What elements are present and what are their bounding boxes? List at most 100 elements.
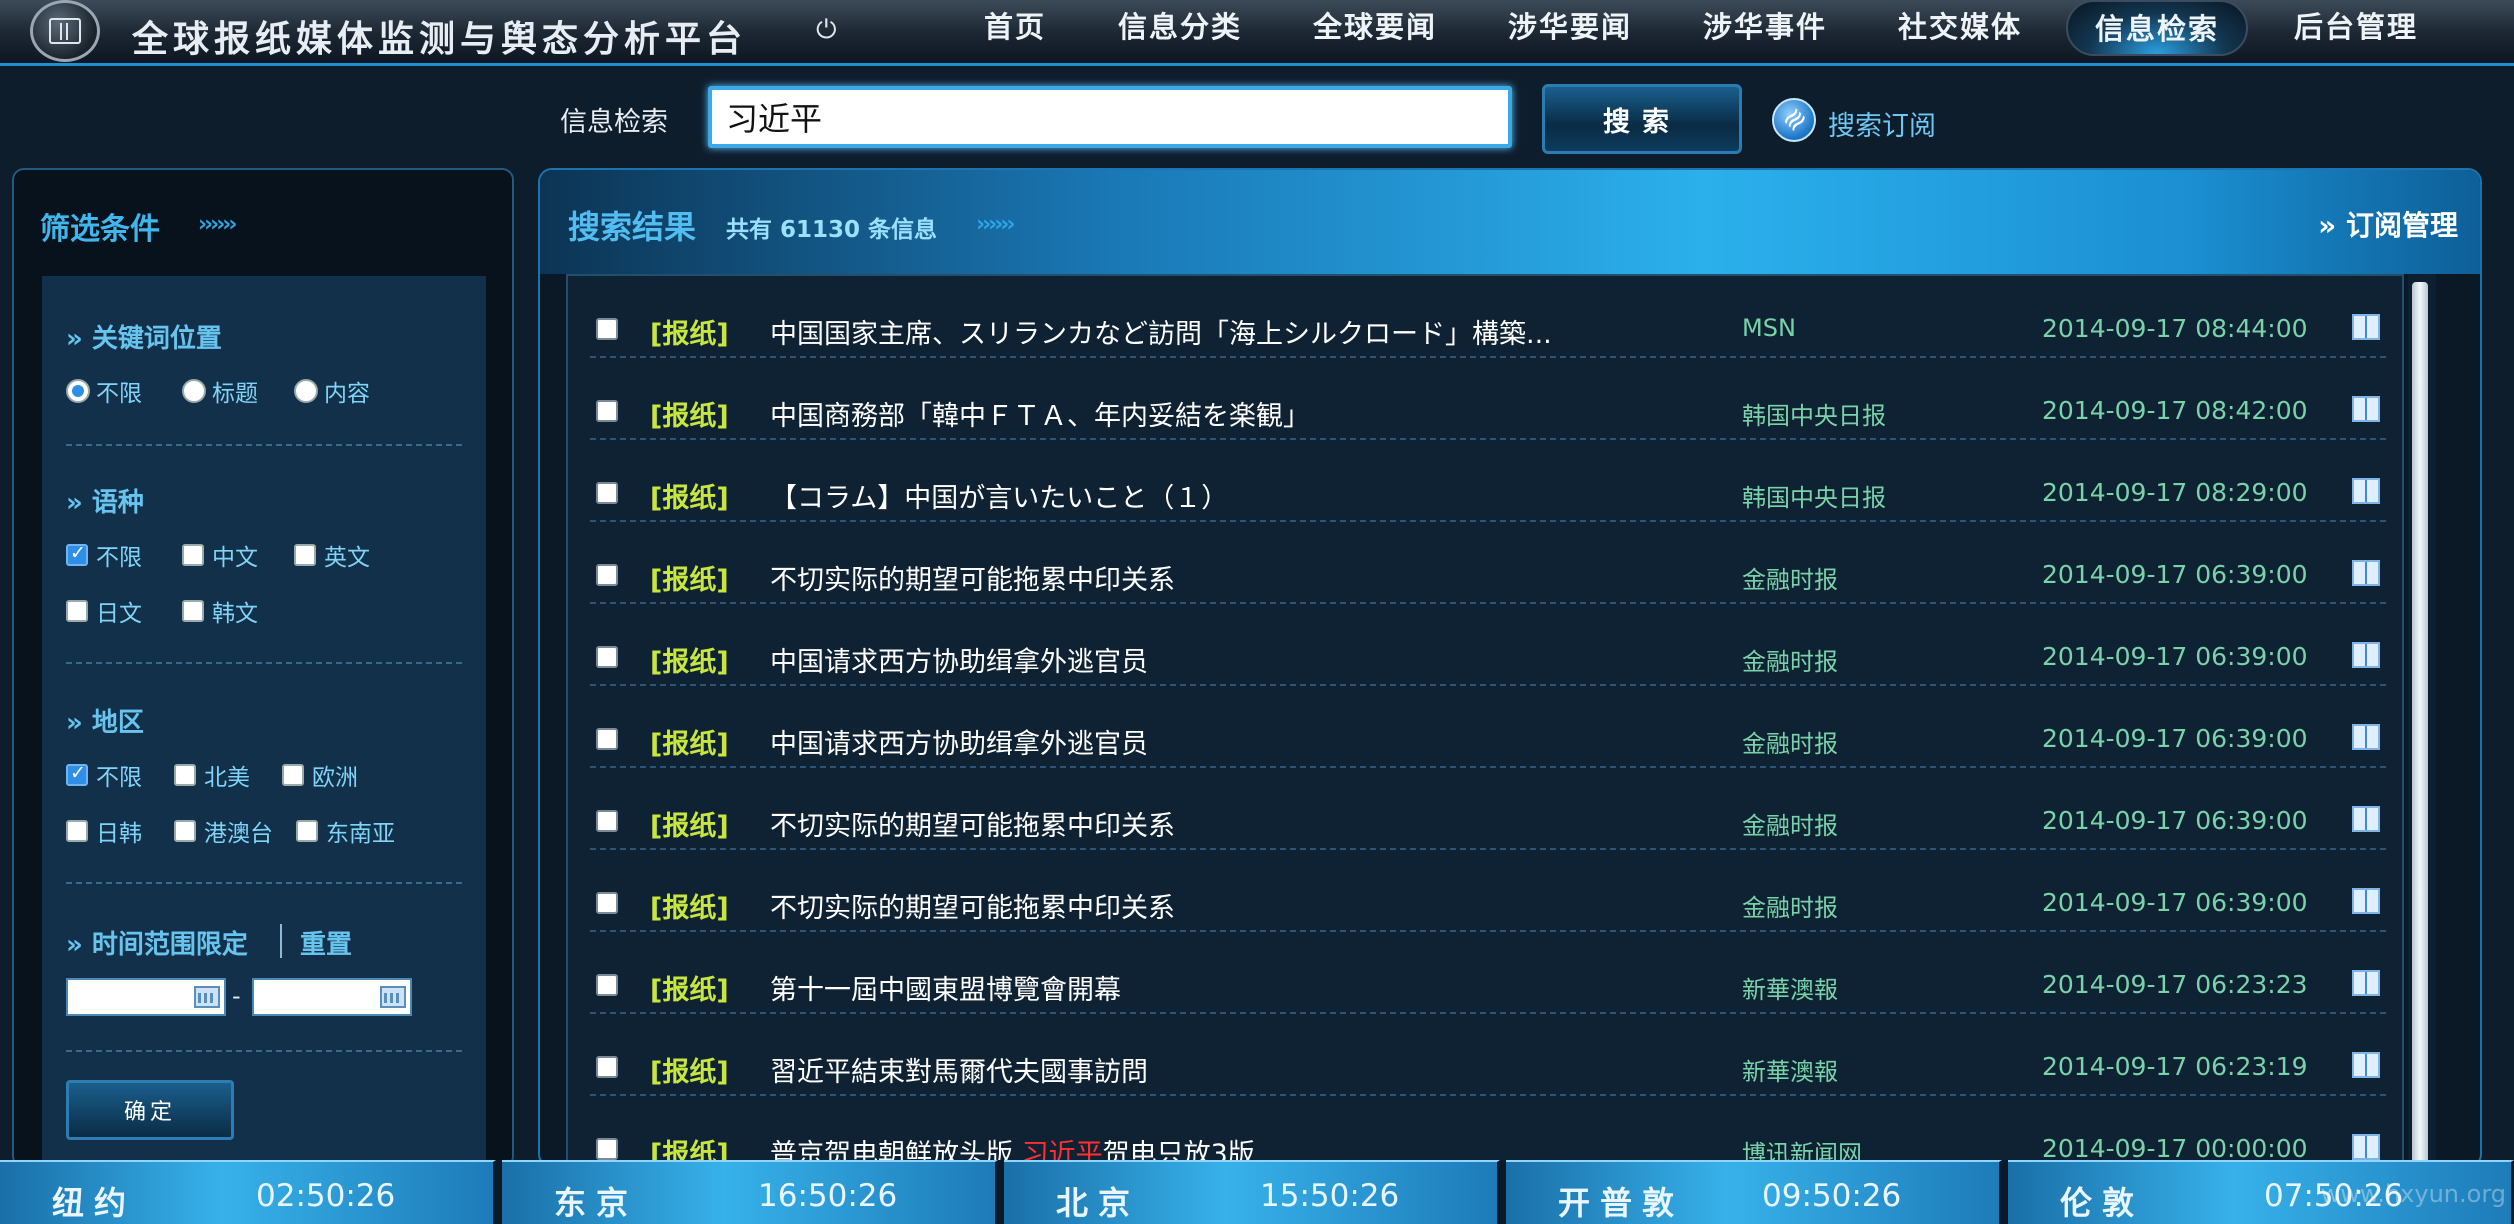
- reset-link[interactable]: 重置: [300, 924, 352, 961]
- checkbox-icon[interactable]: [182, 544, 204, 566]
- open-document-icon[interactable]: [2352, 642, 2380, 668]
- row-checkbox[interactable]: [596, 400, 618, 422]
- table-row[interactable]: [报纸] 普京贺电朝鲜放头版 习近平贺电只放3版 博讯新闻网 2014-09-1…: [590, 1096, 2386, 1166]
- result-title[interactable]: 不切实际的期望可能拖累中印关系: [770, 886, 1175, 925]
- table-row[interactable]: [报纸] 第十一屆中國東盟博覽會開幕 新華澳報 2014-09-17 06:23…: [590, 932, 2386, 1014]
- language-chinese[interactable]: 中文: [182, 538, 258, 572]
- calendar-icon[interactable]: [194, 986, 220, 1008]
- results-scrollbar[interactable]: [2408, 274, 2436, 1166]
- open-document-icon[interactable]: [2352, 970, 2380, 996]
- table-row[interactable]: [报纸] 中国请求西方协助缉拿外逃官员 金融时报 2014-09-17 06:3…: [590, 604, 2386, 686]
- result-title[interactable]: 中国请求西方协助缉拿外逃官员: [770, 722, 1148, 761]
- search-button[interactable]: 搜索: [1542, 84, 1742, 154]
- row-checkbox[interactable]: [596, 810, 618, 832]
- checkbox-icon[interactable]: [294, 544, 316, 566]
- open-document-icon[interactable]: [2352, 806, 2380, 832]
- language-english[interactable]: 英文: [294, 538, 370, 572]
- checkbox-icon[interactable]: [66, 762, 88, 786]
- nav-social-media[interactable]: 社交媒体: [1860, 0, 2060, 56]
- nav-global-news[interactable]: 全球要闻: [1280, 0, 1470, 56]
- region-north-america[interactable]: 北美: [174, 758, 250, 792]
- table-row[interactable]: [报纸] 中国商務部「韓中ＦＴＡ、年内妥結を楽観」 韩国中央日报 2014-09…: [590, 358, 2386, 440]
- table-row[interactable]: [报纸] 不切实际的期望可能拖累中印关系 金融时报 2014-09-17 06:…: [590, 850, 2386, 932]
- checkbox-icon[interactable]: [66, 542, 88, 566]
- checkbox-icon[interactable]: [182, 600, 204, 622]
- row-checkbox[interactable]: [596, 318, 618, 340]
- rss-icon[interactable]: [1772, 98, 1816, 142]
- row-checkbox[interactable]: [596, 728, 618, 750]
- result-title[interactable]: 第十一屆中國東盟博覽會開幕: [770, 968, 1121, 1007]
- result-title[interactable]: 中国商務部「韓中ＦＴＡ、年内妥結を楽観」: [770, 394, 1310, 433]
- keyword-position-content[interactable]: 内容: [294, 374, 370, 408]
- language-any[interactable]: 不限: [66, 538, 142, 572]
- radio-icon[interactable]: [294, 379, 318, 403]
- result-title[interactable]: 不切实际的期望可能拖累中印关系: [770, 804, 1175, 843]
- checkbox-icon[interactable]: [296, 820, 318, 842]
- checkbox-icon[interactable]: [174, 764, 196, 786]
- row-checkbox[interactable]: [596, 564, 618, 586]
- checkbox-icon[interactable]: [282, 764, 304, 786]
- checkbox-icon[interactable]: [66, 600, 88, 622]
- open-document-icon[interactable]: [2352, 478, 2380, 504]
- search-input[interactable]: [708, 86, 1512, 148]
- region-europe[interactable]: 欧洲: [282, 758, 358, 792]
- open-document-icon[interactable]: [2352, 560, 2380, 586]
- row-checkbox[interactable]: [596, 482, 618, 504]
- table-row[interactable]: [报纸] 【コラム】中国が言いたいこと（１） 韩国中央日报 2014-09-17…: [590, 440, 2386, 522]
- search-subscribe-link[interactable]: 搜索订阅: [1828, 104, 1936, 143]
- calendar-icon[interactable]: [380, 986, 406, 1008]
- checkbox-icon[interactable]: [174, 820, 196, 842]
- checkbox-icon[interactable]: [66, 820, 88, 842]
- row-checkbox[interactable]: [596, 1138, 618, 1160]
- open-document-icon[interactable]: [2352, 396, 2380, 422]
- region-hk-macau-taiwan[interactable]: 港澳台: [174, 814, 273, 848]
- type-tag: [报纸]: [650, 893, 729, 924]
- result-title[interactable]: 中国请求西方协助缉拿外逃官员: [770, 640, 1148, 679]
- row-checkbox[interactable]: [596, 646, 618, 668]
- date-from-input[interactable]: [66, 978, 226, 1016]
- confirm-button[interactable]: 确定: [66, 1080, 234, 1140]
- radio-icon[interactable]: [182, 379, 206, 403]
- table-row[interactable]: [报纸] 不切实际的期望可能拖累中印关系 金融时报 2014-09-17 06:…: [590, 768, 2386, 850]
- nav-china-events[interactable]: 涉华事件: [1670, 0, 1860, 56]
- radio-icon[interactable]: [66, 379, 90, 403]
- clock-city: 东京: [554, 1184, 639, 1222]
- power-icon[interactable]: ⏻: [816, 17, 840, 43]
- nav-home[interactable]: 首页: [950, 0, 1080, 56]
- scroll-thumb[interactable]: [2412, 282, 2428, 1166]
- clock-city: 开普敦: [1558, 1184, 1685, 1222]
- result-title[interactable]: 習近平結束對馬爾代夫國事訪問: [770, 1050, 1148, 1089]
- open-document-icon[interactable]: [2352, 724, 2380, 750]
- row-checkbox[interactable]: [596, 974, 618, 996]
- subscription-manage-link[interactable]: » 订阅管理: [2318, 204, 2458, 244]
- type-tag: [报纸]: [650, 1057, 729, 1088]
- keyword-position-title[interactable]: 标题: [182, 374, 258, 408]
- region-southeast-asia[interactable]: 东南亚: [296, 814, 395, 848]
- nav-info-search[interactable]: 信息检索: [2066, 0, 2248, 56]
- result-title[interactable]: 不切实际的期望可能拖累中印关系: [770, 558, 1175, 597]
- table-row[interactable]: [报纸] 不切实际的期望可能拖累中印关系 金融时报 2014-09-17 06:…: [590, 522, 2386, 604]
- open-document-icon[interactable]: [2352, 1134, 2380, 1160]
- row-checkbox[interactable]: [596, 1056, 618, 1078]
- result-title[interactable]: 中国国家主席、スリランカなど訪問「海上シルクロード」構築...: [770, 312, 1552, 351]
- table-row[interactable]: [报纸] 中国国家主席、スリランカなど訪問「海上シルクロード」構築... MSN…: [590, 276, 2386, 358]
- clock-time: 15:50:26: [1260, 1178, 1400, 1214]
- region-japan-korea[interactable]: 日韩: [66, 814, 142, 848]
- open-document-icon[interactable]: [2352, 314, 2380, 340]
- open-document-icon[interactable]: [2352, 888, 2380, 914]
- language-japanese[interactable]: 日文: [66, 594, 142, 628]
- main-nav: 首页 信息分类 全球要闻 涉华要闻 涉华事件 社交媒体 信息检索 后台管理: [950, 0, 2464, 56]
- row-checkbox[interactable]: [596, 892, 618, 914]
- open-document-icon[interactable]: [2352, 1052, 2380, 1078]
- result-title[interactable]: 【コラム】中国が言いたいこと（１）: [770, 476, 1228, 515]
- nav-china-news[interactable]: 涉华要闻: [1470, 0, 1670, 56]
- keyword-position-any[interactable]: 不限: [66, 374, 142, 408]
- nav-admin[interactable]: 后台管理: [2248, 0, 2464, 56]
- region-any[interactable]: 不限: [66, 758, 142, 792]
- nav-categories[interactable]: 信息分类: [1080, 0, 1280, 56]
- language-korean[interactable]: 韩文: [182, 594, 258, 628]
- table-row[interactable]: [报纸] 中国请求西方协助缉拿外逃官员 金融时报 2014-09-17 06:3…: [590, 686, 2386, 768]
- table-row[interactable]: [报纸] 習近平結束對馬爾代夫國事訪問 新華澳報 2014-09-17 06:2…: [590, 1014, 2386, 1096]
- date-to-input[interactable]: [252, 978, 412, 1016]
- region-heading: » 地区: [66, 708, 144, 738]
